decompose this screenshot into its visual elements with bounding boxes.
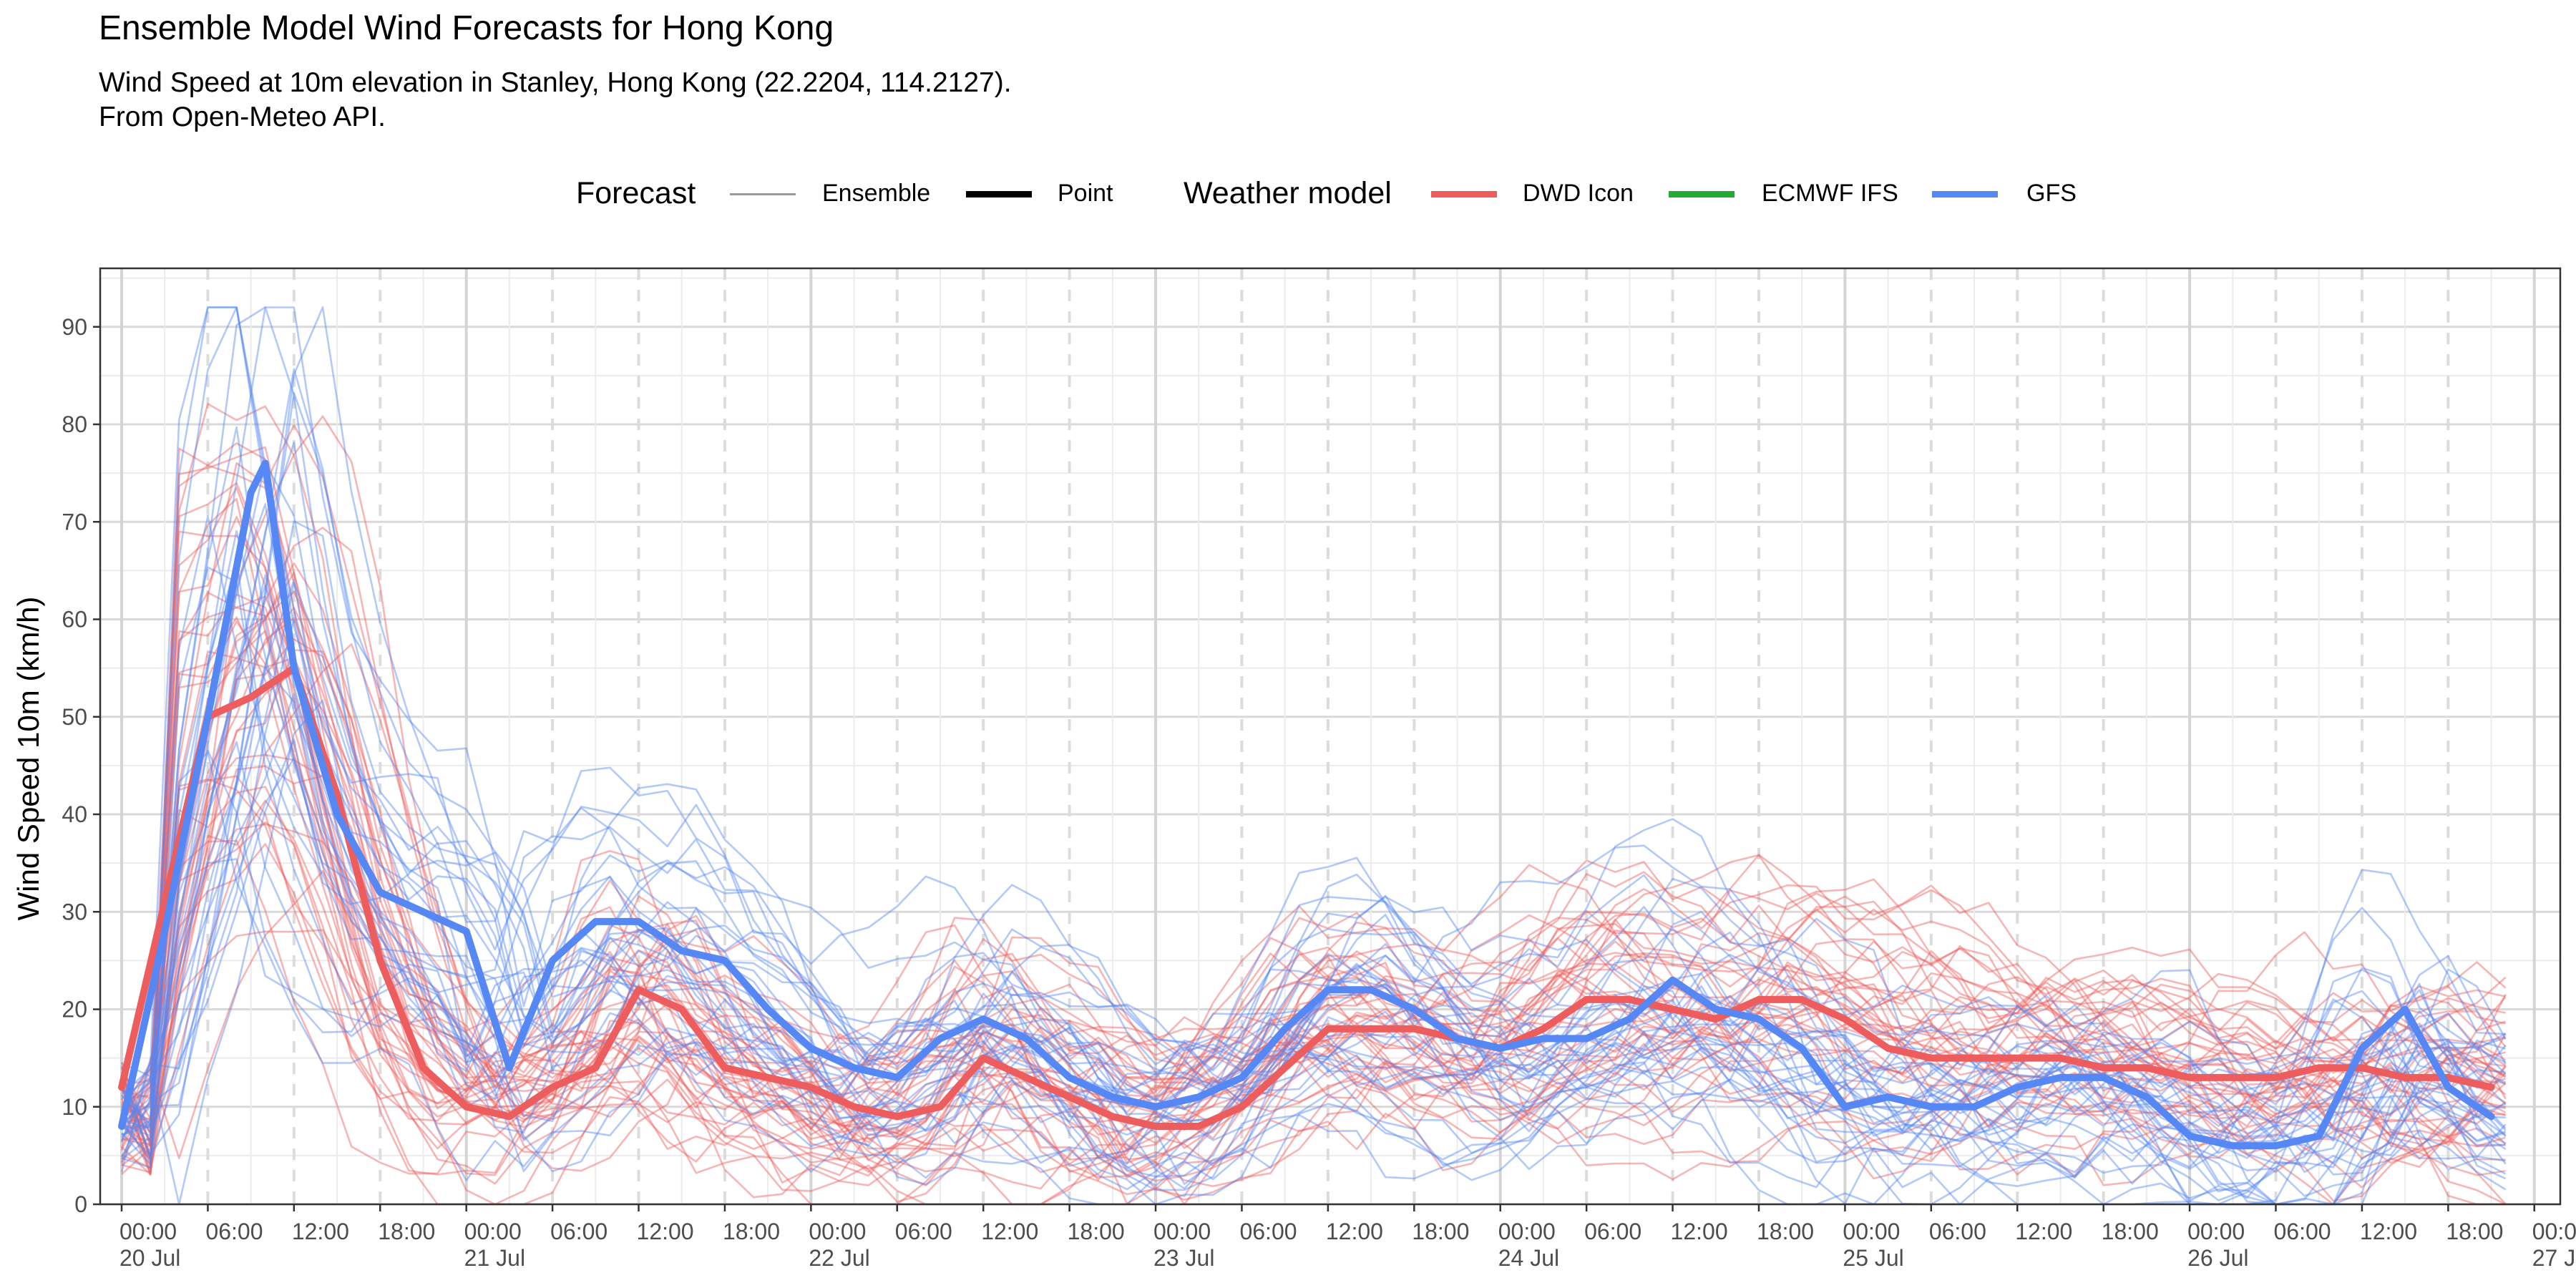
x-day-label: 27 Jul — [2532, 1245, 2576, 1271]
y-tick-label: 40 — [62, 801, 87, 827]
y-tick-label: 80 — [62, 411, 87, 437]
y-tick-label: 50 — [62, 704, 87, 730]
x-tick-label: 00:00 — [809, 1219, 866, 1244]
x-tick-label: 00:00 — [1843, 1219, 1900, 1244]
x-tick-label: 12:00 — [1671, 1219, 1728, 1244]
x-tick-label: 18:00 — [378, 1219, 435, 1244]
y-tick-label: 90 — [62, 314, 87, 340]
x-tick-label: 12:00 — [2015, 1219, 2072, 1244]
plot-area: 0 10 20 30 40 50 60 70 80 90 00:00 06:00 12:00 18:00 0… — [62, 267, 2576, 1271]
x-tick-label: 06:00 — [1584, 1219, 1641, 1244]
y-tick-label: 30 — [62, 899, 87, 924]
x-tick-label: 18:00 — [723, 1219, 780, 1244]
x-tick-label: 00:00 — [2532, 1219, 2576, 1244]
y-tick-label: 10 — [62, 1094, 87, 1120]
x-tick-label: 06:00 — [550, 1219, 608, 1244]
x-tick-label: 12:00 — [637, 1219, 694, 1244]
x-day-label: 26 Jul — [2187, 1245, 2248, 1271]
x-day-label: 21 Jul — [464, 1245, 525, 1271]
y-tick-label: 70 — [62, 509, 87, 535]
x-tick-label: 00:00 — [2187, 1219, 2245, 1244]
y-tick-label: 20 — [62, 997, 87, 1023]
x-tick-label: 18:00 — [1412, 1219, 1469, 1244]
x-tick-label: 06:00 — [2274, 1219, 2331, 1244]
x-tick-label: 00:00 — [1498, 1219, 1556, 1244]
x-day-label: 20 Jul — [119, 1245, 180, 1271]
x-day-label: 25 Jul — [1843, 1245, 1903, 1271]
x-tick-label: 06:00 — [895, 1219, 952, 1244]
x-tick-label: 12:00 — [981, 1219, 1038, 1244]
x-day-label: 23 Jul — [1153, 1245, 1214, 1271]
x-tick-label: 18:00 — [2446, 1219, 2503, 1244]
x-tick-label: 12:00 — [292, 1219, 349, 1244]
x-tick-label: 06:00 — [1929, 1219, 1986, 1244]
x-tick-label: 00:00 — [464, 1219, 522, 1244]
x-tick-label: 00:00 — [119, 1219, 177, 1244]
x-tick-label: 00:00 — [1153, 1219, 1211, 1244]
x-tick-label: 12:00 — [1326, 1219, 1383, 1244]
x-day-label: 24 Jul — [1498, 1245, 1559, 1271]
x-tick-label: 06:00 — [1239, 1219, 1297, 1244]
x-tick-label: 12:00 — [2360, 1219, 2417, 1244]
y-tick-label: 60 — [62, 607, 87, 633]
x-day-label: 22 Jul — [809, 1245, 869, 1271]
x-tick-label: 18:00 — [1068, 1219, 1125, 1244]
x-tick-label: 18:00 — [2102, 1219, 2159, 1244]
y-tick-label: 0 — [74, 1191, 87, 1217]
x-tick-label: 18:00 — [1757, 1219, 1814, 1244]
x-tick-label: 06:00 — [205, 1219, 263, 1244]
